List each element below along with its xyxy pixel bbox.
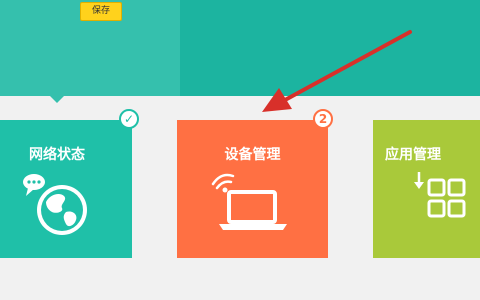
tile-network-status-label: 网络状态 xyxy=(29,147,85,163)
apps-grid-icon xyxy=(414,172,466,218)
notification-count-badge: 2 xyxy=(313,109,333,129)
globe-icon xyxy=(23,174,87,235)
tile-app-management[interactable]: 应用管理 xyxy=(373,120,480,258)
tile-network-status[interactable]: 网络状态 xyxy=(0,120,132,258)
tile-app-management-label: 应用管理 xyxy=(385,147,441,163)
laptop-wifi-icon xyxy=(211,173,287,230)
check-badge: ✓ xyxy=(119,109,139,129)
tile-device-management-label: 设备管理 xyxy=(224,147,281,163)
tile-device-management[interactable]: 设备管理 xyxy=(177,120,328,258)
